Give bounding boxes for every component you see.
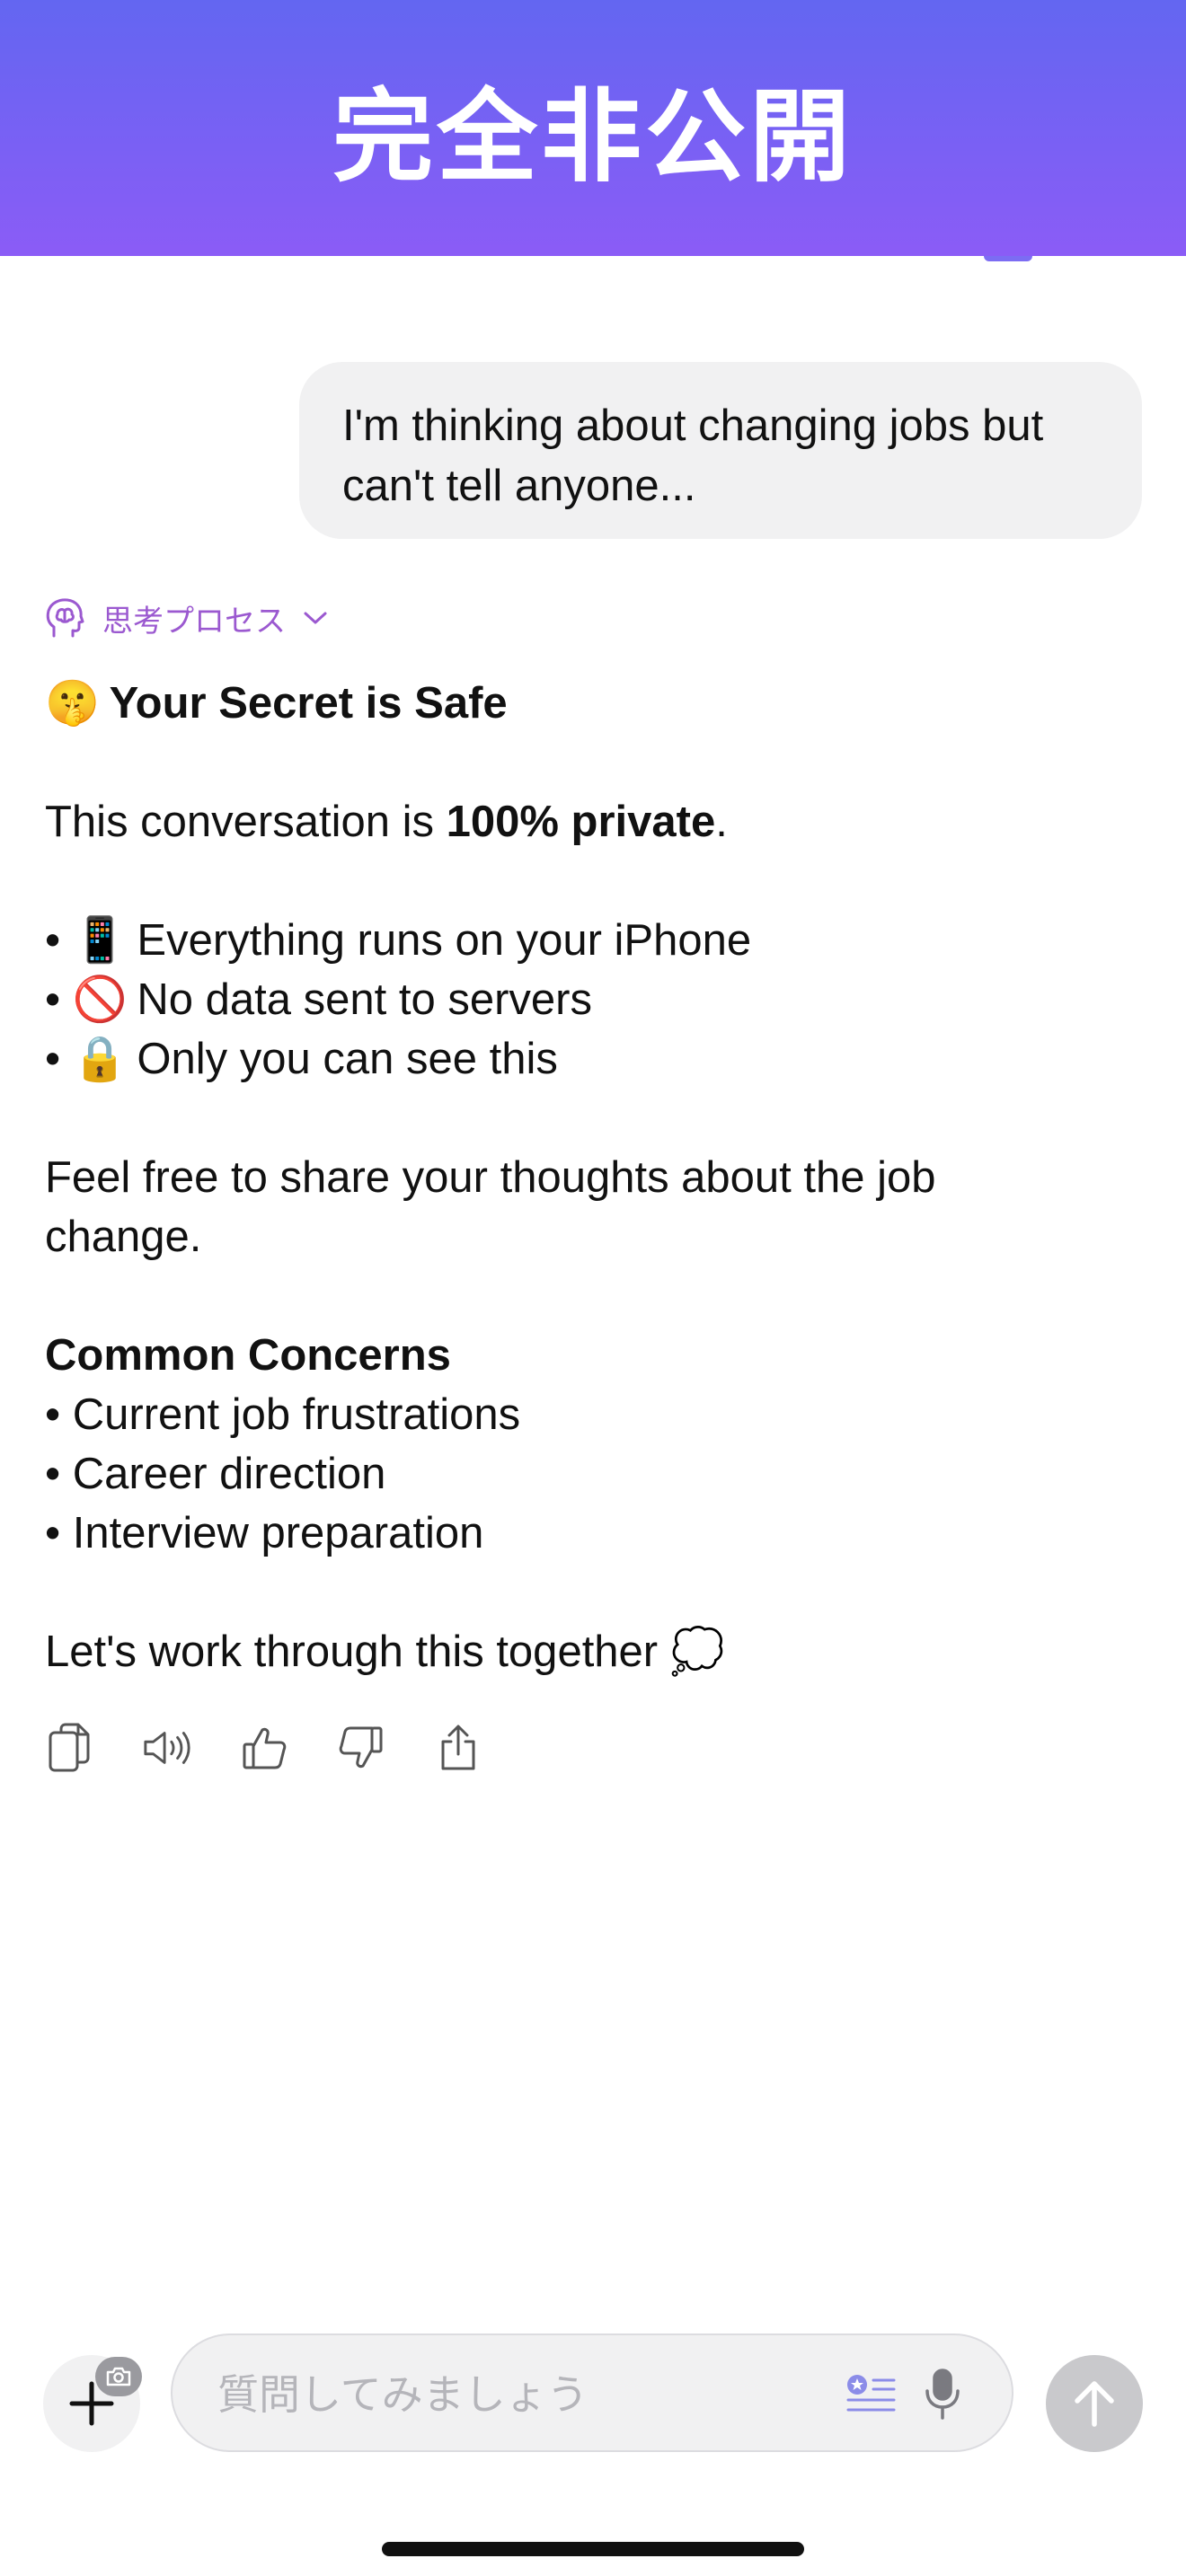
- microphone-icon: [925, 2369, 960, 2420]
- star-list-icon: [846, 2375, 896, 2412]
- message-actions: [45, 1723, 530, 1773]
- copy-button[interactable]: [45, 1723, 95, 1773]
- list-item-text: No data sent to servers: [137, 975, 592, 1024]
- intro-prefix: This conversation is: [45, 798, 447, 846]
- header-banner: 完全非公開: [0, 0, 1186, 256]
- speaker-icon: [144, 1732, 190, 1764]
- list-item-text: Career direction: [72, 1450, 386, 1498]
- thumbs-up-icon: [243, 1727, 287, 1769]
- assistant-answer: 🤫 Your Secret is Safe This conversation …: [45, 674, 1141, 1681]
- list-item-text: Interview preparation: [72, 1509, 484, 1557]
- concerns-heading-text: Common Concerns: [45, 1331, 451, 1380]
- thumbs-up-button[interactable]: [239, 1723, 289, 1773]
- share-button[interactable]: [433, 1723, 483, 1773]
- user-message-bubble: I'm thinking about changing jobs but can…: [299, 362, 1142, 539]
- shushing-face-emoji: 🤫: [45, 677, 101, 728]
- copy-icon: [49, 1723, 90, 1772]
- list-item: • Current job frustrations: [45, 1390, 521, 1439]
- message-input[interactable]: [216, 2362, 776, 2427]
- thumbs-down-button[interactable]: [336, 1723, 386, 1773]
- send-button[interactable]: [1046, 2355, 1143, 2452]
- voice-input-button[interactable]: [923, 2368, 962, 2426]
- camera-icon: [106, 2367, 131, 2386]
- thinking-process-toggle[interactable]: 思考プロセス: [45, 595, 329, 641]
- thumbs-down-icon: [339, 1726, 383, 1769]
- intro-suffix: .: [715, 798, 728, 846]
- list-item-text: Everything runs on your iPhone: [137, 916, 752, 965]
- user-message-text: I'm thinking about changing jobs but can…: [342, 401, 1044, 510]
- banner-tab-marker: [984, 256, 1032, 261]
- list-item: • 🔒 Only you can see this: [45, 1029, 1141, 1089]
- arrow-up-icon: [1075, 2381, 1114, 2427]
- speak-button[interactable]: [142, 1723, 192, 1773]
- intro-bold: 100% private: [446, 798, 716, 846]
- chevron-down-icon: [302, 609, 329, 627]
- closing-text: Let's work through this together: [45, 1628, 659, 1676]
- prohibited-emoji: 🚫: [72, 974, 128, 1025]
- camera-badge[interactable]: [95, 2357, 142, 2396]
- closing-line: Let's work through this together 💭: [45, 1622, 1141, 1681]
- prompt-templates-button[interactable]: [845, 2371, 897, 2421]
- list-item-text: Current job frustrations: [72, 1390, 521, 1439]
- list-item: • Career direction: [45, 1450, 386, 1498]
- share-line-1: Feel free to share your thoughts about t…: [45, 1153, 936, 1202]
- phone-emoji: 📱: [72, 914, 128, 966]
- list-item: • Interview preparation: [45, 1509, 484, 1557]
- answer-intro: This conversation is 100% private.: [45, 792, 1141, 851]
- list-item: • 📱 Everything runs on your iPhone: [45, 911, 1141, 970]
- thinking-process-label: 思考プロセス: [102, 603, 286, 640]
- home-indicator: [382, 2542, 804, 2556]
- thought-bubble-emoji: 💭: [669, 1626, 725, 1677]
- message-input-container: [171, 2333, 1013, 2452]
- list-item: • 🚫 No data sent to servers: [45, 970, 1141, 1029]
- share-icon: [441, 1725, 475, 1770]
- brain-icon: [45, 596, 84, 640]
- banner-title: 完全非公開: [332, 78, 854, 196]
- answer-heading: 🤫 Your Secret is Safe: [45, 674, 1141, 733]
- list-item-text: Only you can see this: [137, 1035, 558, 1083]
- lock-emoji: 🔒: [72, 1033, 128, 1084]
- share-line-2: change.: [45, 1213, 202, 1261]
- concerns-heading: Common Concerns: [45, 1326, 1141, 1385]
- answer-heading-text: Your Secret is Safe: [109, 679, 508, 728]
